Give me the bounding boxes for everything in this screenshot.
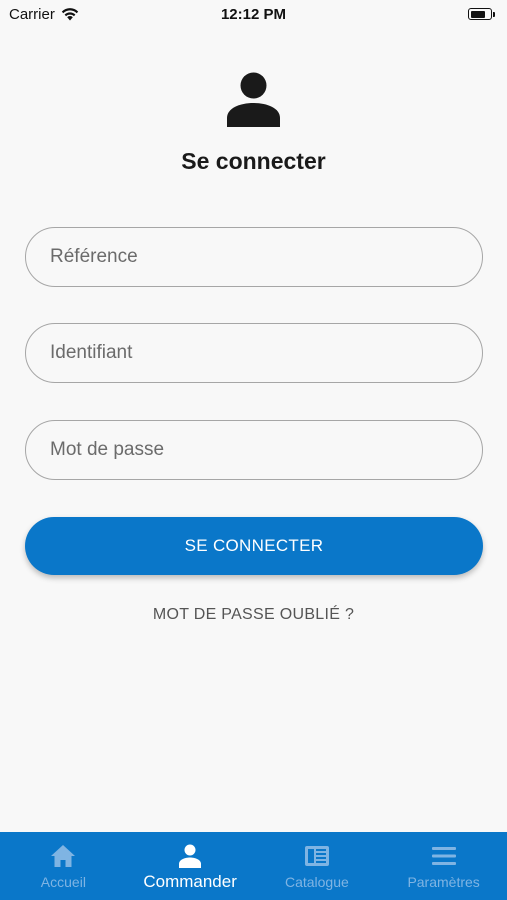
battery-tip: [493, 11, 495, 17]
catalog-icon: [304, 846, 329, 866]
tab-label: Catalogue: [284, 874, 349, 890]
login-button[interactable]: SE CONNECTER: [25, 517, 483, 575]
tab-parametres[interactable]: Paramètres: [380, 832, 507, 900]
battery-fill: [470, 10, 485, 18]
forgot-password-link[interactable]: MOT DE PASSE OUBLIÉ ?: [0, 606, 507, 624]
person-icon: [227, 72, 280, 127]
battery-icon: [468, 8, 495, 20]
tab-label: Accueil: [40, 874, 86, 890]
tab-catalogue[interactable]: Catalogue: [254, 832, 381, 900]
tab-label: Commander: [143, 872, 237, 891]
home-icon: [51, 845, 76, 867]
login-screen: Carrier 12:12 PM Se connecter SE CONNECT…: [0, 0, 507, 900]
wifi-icon: [61, 7, 79, 20]
tab-label: Paramètres: [407, 874, 480, 890]
reference-input[interactable]: [25, 227, 483, 287]
person-icon: [179, 844, 202, 868]
page-title: Se connecter: [181, 148, 326, 174]
tab-accueil[interactable]: Accueil: [0, 832, 127, 900]
battery-body: [468, 8, 492, 20]
password-input[interactable]: [25, 420, 483, 480]
menu-icon: [431, 847, 456, 865]
carrier-label: Carrier: [9, 5, 55, 23]
tab-bar: Accueil Commander Catalogue Paramètres: [0, 832, 507, 900]
identifiant-input[interactable]: [25, 323, 483, 383]
tab-commander[interactable]: Commander: [127, 832, 254, 900]
status-bar: Carrier 12:12 PM: [0, 0, 507, 28]
status-left: Carrier: [9, 6, 79, 23]
